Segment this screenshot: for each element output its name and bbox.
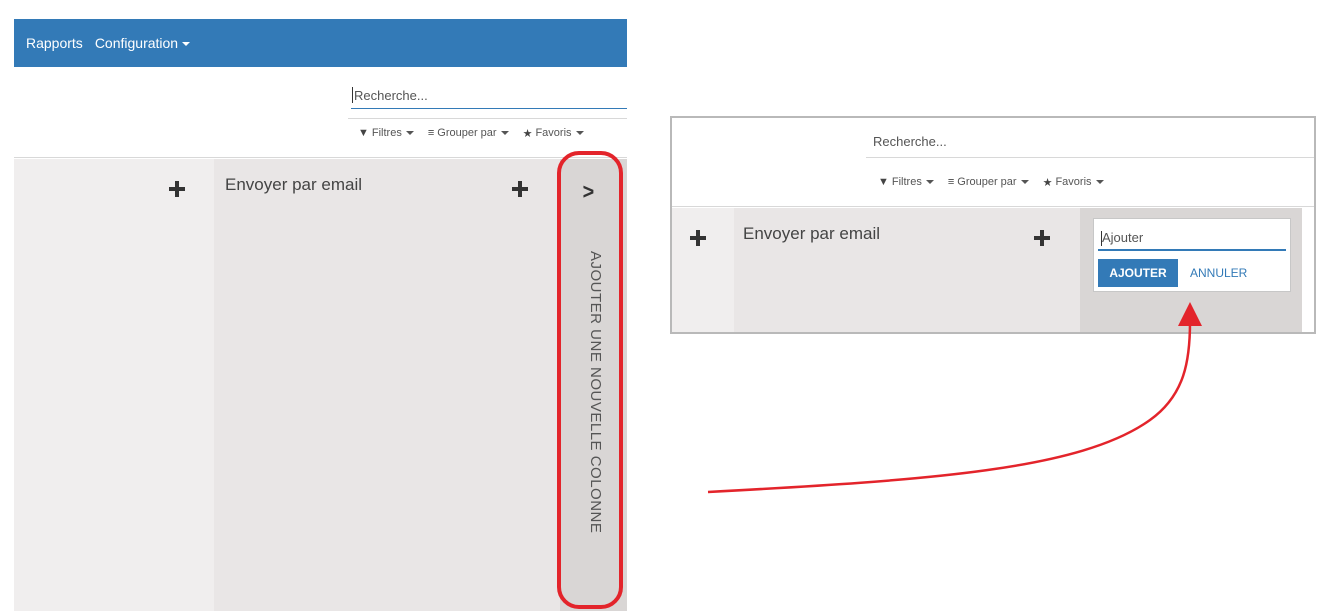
caret-down-icon [575,131,584,135]
search-input[interactable]: Recherche... [873,134,947,149]
right-screenshot: Recherche... ▼ Filtres ≡ Grouper par ★ F… [670,116,1316,334]
caret-down-icon [405,131,414,135]
star-icon: ★ [522,127,533,140]
top-navbar: Rapports Configuration [14,19,627,67]
kanban-column-email: Envoyer par email [214,159,560,611]
caret-down-icon [1020,180,1029,184]
column-name-input[interactable] [1098,225,1286,251]
divider [866,157,1314,158]
chevron-right-icon[interactable]: > [583,179,595,205]
kanban-column-empty [672,208,734,332]
favorites-label: Favoris [535,127,572,139]
arrow-curve [707,321,1192,494]
kanban-board: Envoyer par email AJOUTER ANNULER [672,208,1314,332]
funnel-icon: ▼ [358,127,369,139]
divider [14,157,627,158]
group-by-label: Grouper par [957,176,1017,188]
search-input[interactable] [354,85,614,105]
nav-configuration[interactable]: Configuration [94,35,191,51]
text-cursor [352,87,353,103]
text-cursor [1101,231,1102,246]
favorites-dropdown[interactable]: ★ Favoris [523,127,584,140]
column-title: Envoyer par email [225,175,363,194]
filters-dropdown[interactable]: ▼ Filtres [878,176,934,188]
search-options: ▼ Filtres ≡ Grouper par ★ Favoris [878,174,1118,190]
kanban-board: Envoyer par email [14,159,627,611]
nav-configuration-label: Configuration [94,35,179,51]
cancel-link[interactable]: ANNULER [1190,259,1247,287]
favorites-dropdown[interactable]: ★ Favoris [1043,176,1104,189]
add-button[interactable]: AJOUTER [1098,259,1178,287]
nav-rapports[interactable]: Rapports [26,35,83,51]
divider [672,206,1314,207]
left-screenshot: Rapports Configuration ▼ Filtres ≡ Group… [14,19,627,611]
filters-dropdown[interactable]: ▼ Filtres [358,127,414,139]
quick-add-column-form: AJOUTER ANNULER [1093,218,1291,292]
favorites-label: Favoris [1055,176,1092,188]
plus-icon[interactable] [169,181,185,197]
group-by-label: Grouper par [437,127,497,139]
caret-down-icon [500,131,509,135]
list-icon: ≡ [947,176,955,188]
divider [348,118,627,119]
add-column-label[interactable]: AJOUTER UNE NOUVELLE COLONNE [587,251,604,533]
kanban-column-email: Envoyer par email [734,208,1080,332]
caret-down-icon [1095,180,1104,184]
star-icon: ★ [1042,176,1053,189]
column-title: Envoyer par email [743,224,881,243]
caret-down-icon [925,180,934,184]
search-options: ▼ Filtres ≡ Grouper par ★ Favoris [358,125,598,141]
caret-down-icon [182,42,191,47]
filters-label: Filtres [891,176,922,188]
group-by-dropdown[interactable]: ≡ Grouper par [428,127,509,139]
plus-icon[interactable] [690,230,706,246]
filters-label: Filtres [371,127,402,139]
search-bar[interactable] [351,83,627,109]
plus-icon[interactable] [512,181,528,197]
list-icon: ≡ [427,127,435,139]
plus-icon[interactable] [1034,230,1050,246]
kanban-column-empty [14,159,214,611]
funnel-icon: ▼ [878,176,889,188]
group-by-dropdown[interactable]: ≡ Grouper par [948,176,1029,188]
